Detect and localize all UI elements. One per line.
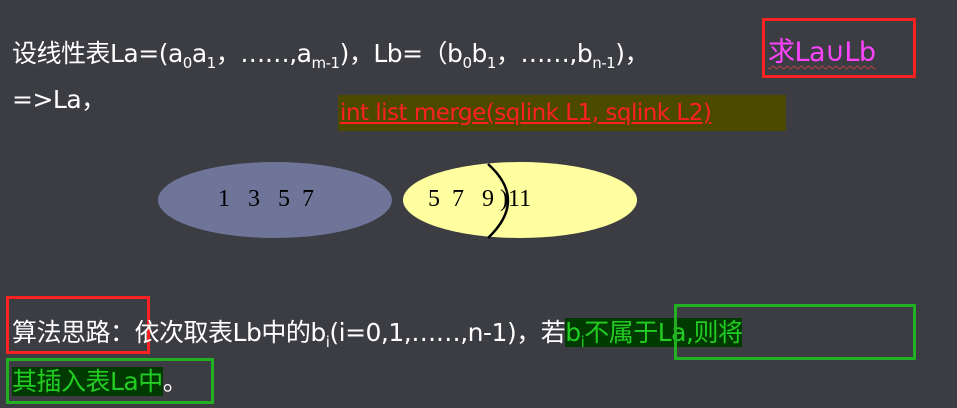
insert-box [6,358,214,404]
condition-box [674,304,916,360]
subscript: m-1 [311,54,340,72]
subscript: 1 [486,54,497,72]
text: )，Lb=（b [339,39,463,68]
text: b [565,318,581,347]
subscript: 0 [182,54,193,72]
text: (i=0,1,……,n-1)，若 [329,318,566,347]
text: ： [110,318,135,347]
function-signature: int list merge(sqlink L1, sqlink L2) [338,95,786,131]
text: 依次取表Lb中的b [134,318,327,347]
union-goal: 求La∪Lb [768,37,876,68]
text: ，……,b [495,39,593,68]
list-la-values: 1 3 5 7 [218,186,314,212]
text: )， [615,39,649,68]
problem-line-2: =>La， [12,85,106,114]
text: a [191,39,207,68]
subscript: n-1 [592,54,616,72]
text: 设线性表La=(a [12,39,183,68]
problem-line-1: 设线性表La=(a0a1，……,am-1)，Lb=（b0b1，……,bn-1)， [12,34,649,72]
algorithm-line-1: 算法思路：依次取表Lb中的bi(i=0,1,……,n-1)，若bi不属于La,则… [12,313,743,351]
algorithm-label: 算法思路 [12,318,111,347]
text: b [471,39,487,68]
list-lb-values: 5 7 9 )11 [428,186,532,212]
subscript: 1 [206,54,217,72]
text: ，……,a [215,39,312,68]
